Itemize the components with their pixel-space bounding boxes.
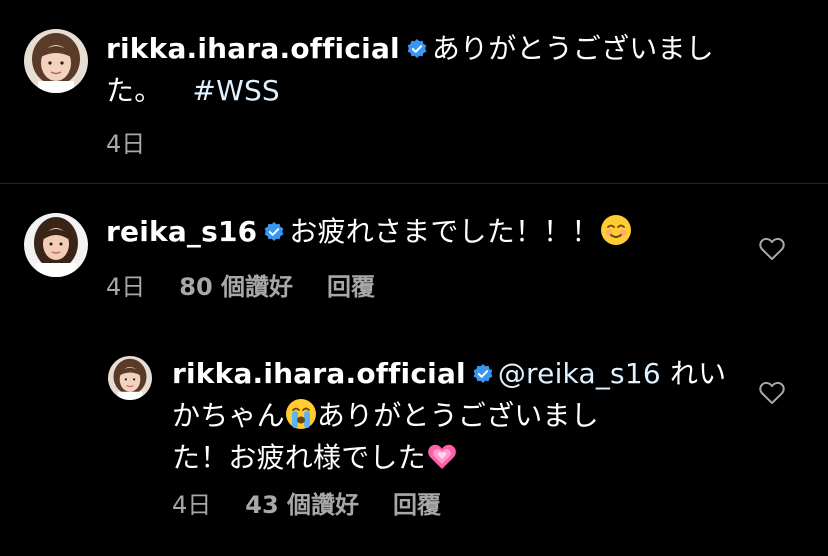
avatar[interactable] bbox=[24, 213, 88, 277]
heart-icon[interactable] bbox=[759, 237, 785, 261]
timestamp: 4日 bbox=[106, 273, 146, 301]
comment-meta: 4日 43 個讚好 回覆 bbox=[172, 485, 475, 520]
comment-text: ありがとうございまし bbox=[316, 399, 599, 432]
username[interactable]: rikka.ihara.official bbox=[106, 32, 400, 65]
comment-text: た！お疲れ様でした bbox=[172, 441, 426, 474]
mention-link[interactable]: @reika_s16 bbox=[498, 357, 661, 390]
growing-heart-emoji bbox=[426, 440, 458, 472]
comment-text: かちゃん bbox=[172, 399, 285, 432]
comment-text: ありがとうございまし bbox=[431, 32, 714, 65]
reply-button[interactable]: 回覆 bbox=[393, 491, 441, 519]
comment-meta: 4日 bbox=[106, 124, 179, 159]
comment-body: rikka.ihara.official @reika_s16 れい かちゃん あり… bbox=[172, 353, 752, 479]
crying-face-emoji bbox=[285, 398, 317, 430]
avatar-image bbox=[108, 356, 152, 400]
verified-badge-icon bbox=[406, 38, 428, 60]
comment-body: rikka.ihara.official ありがとうございまし た。 #WSS bbox=[106, 28, 806, 112]
heart-icon[interactable] bbox=[759, 381, 785, 405]
timestamp: 4日 bbox=[106, 130, 146, 158]
reply-button[interactable]: 回覆 bbox=[327, 273, 375, 301]
comment-meta: 4日 80 個讚好 回覆 bbox=[106, 267, 409, 302]
comment-text: れい bbox=[669, 357, 727, 390]
smiling-face-emoji bbox=[600, 214, 632, 246]
likes-count[interactable]: 80 個讚好 bbox=[179, 273, 293, 301]
comment-text: お疲れさまでした！！！ bbox=[289, 215, 600, 248]
divider bbox=[0, 183, 828, 184]
avatar-image bbox=[24, 213, 88, 277]
timestamp: 4日 bbox=[172, 491, 212, 519]
avatar[interactable] bbox=[108, 356, 152, 400]
verified-badge-icon bbox=[263, 221, 285, 243]
hashtag-link[interactable]: #WSS bbox=[192, 74, 280, 107]
comment-text: た。 bbox=[106, 74, 163, 107]
username[interactable]: reika_s16 bbox=[106, 215, 257, 248]
verified-badge-icon bbox=[472, 363, 494, 385]
comment-body: reika_s16 お疲れさまでした！！！ bbox=[106, 211, 786, 253]
avatar[interactable] bbox=[24, 29, 88, 93]
username[interactable]: rikka.ihara.official bbox=[172, 357, 466, 390]
avatar-image bbox=[24, 29, 88, 93]
likes-count[interactable]: 43 個讚好 bbox=[245, 491, 359, 519]
